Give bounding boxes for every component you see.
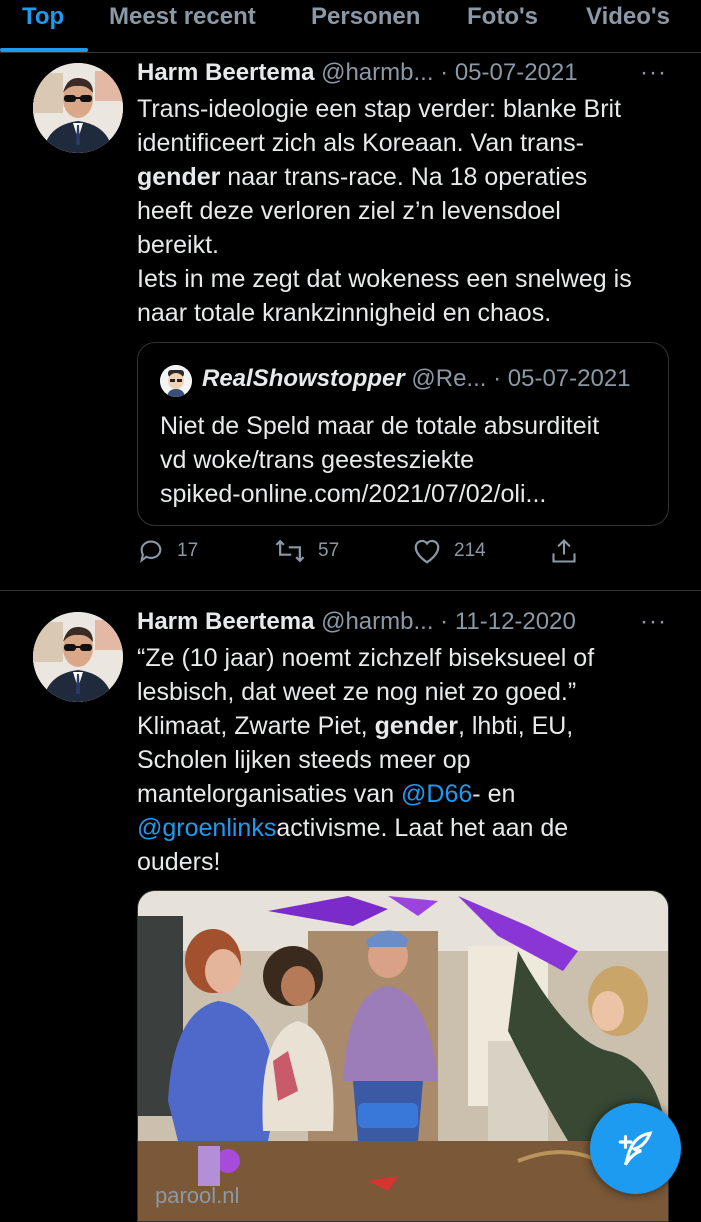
- tweet-text-span: , lhbti, EU,: [457, 712, 574, 740]
- tweet-line: bereikt.: [137, 231, 219, 259]
- quoted-header: RealShowstopper @Re... · 05-07-2021: [202, 365, 631, 393]
- quoted-text: Niet de Speld maar de totale absurditeit…: [160, 409, 650, 511]
- tweet-line: lesbisch, dat weet ze nog niet zo goed.”: [137, 678, 577, 706]
- avatar[interactable]: [33, 612, 123, 702]
- quoted-tweet[interactable]: RealShowstopper @Re... · 05-07-2021 Niet…: [137, 342, 669, 526]
- tweet-divider: [0, 590, 701, 591]
- tweet-header: Harm Beertema @harmb... · 05-07-2021: [137, 59, 667, 87]
- tweet-line: @groenlinksactivisme. Laat het aan de: [137, 811, 677, 845]
- reply-icon: [140, 540, 162, 563]
- reply-count: 17: [177, 540, 199, 561]
- tab-latest[interactable]: Meest recent: [109, 3, 256, 31]
- quoted-author-handle: @Re...: [411, 365, 487, 392]
- compose-feather-icon: [618, 1130, 653, 1166]
- tweet-line: identificeert zich als Koreaan. Van tran…: [137, 129, 584, 157]
- tweet-date[interactable]: · 05-07-2021: [440, 59, 577, 86]
- like-button[interactable]: 214: [412, 537, 486, 565]
- quoted-date: · 05-07-2021: [493, 365, 631, 392]
- quoted-line: vd woke/trans geestesziekte: [160, 446, 475, 474]
- share-icon: [552, 539, 576, 563]
- retweet-button[interactable]: 57: [274, 537, 339, 565]
- tweet-actions: 17 57 214: [137, 537, 677, 577]
- quoted-author-name: RealShowstopper: [202, 365, 405, 392]
- quoted-line: spiked-online.com/2021/07/02/oli...: [160, 480, 547, 508]
- heart-icon: [414, 539, 440, 564]
- compose-tweet-button[interactable]: [590, 1103, 681, 1194]
- tweet-line: mantelorganisaties van @D66- en: [137, 777, 677, 811]
- tweet-line: ouders!: [137, 848, 221, 876]
- tweet-line: Scholen lijken steeds meer op: [137, 746, 471, 774]
- retweet-count: 57: [318, 540, 340, 561]
- tweet-line: naar totale krankzinnigheid en chaos.: [137, 299, 552, 327]
- quoted-avatar: [160, 365, 192, 397]
- mention-link-groenlinks[interactable]: @groenlinks: [137, 814, 276, 842]
- highlighted-term: gender: [374, 712, 458, 740]
- tweet-text-span: - en: [472, 780, 516, 808]
- tab-videos[interactable]: Video's: [586, 3, 670, 31]
- tweet-text: Trans-ideologie een stap verder: blanke …: [137, 92, 677, 330]
- tweet-line: gender naar trans-race. Na 18 operaties: [137, 160, 677, 194]
- search-tabs: Top Meest recent Personen Foto's Video's: [0, 0, 701, 53]
- tweet-header: Harm Beertema @harmb... · 11-12-2020: [137, 608, 667, 636]
- author-handle[interactable]: @harmb...: [321, 59, 433, 86]
- reply-button[interactable]: 17: [137, 537, 198, 565]
- tweet-text-span: naar trans-race. Na 18 operaties: [220, 163, 588, 191]
- highlighted-term: gender: [137, 163, 221, 191]
- tweet-line: heeft deze verloren ziel z’n levensdoel: [137, 197, 561, 225]
- like-count: 214: [454, 540, 486, 561]
- tweet-text-span: Klimaat, Zwarte Piet,: [137, 712, 375, 740]
- tab-top[interactable]: Top: [22, 3, 64, 31]
- more-options-icon[interactable]: ···: [640, 59, 667, 87]
- avatar[interactable]: [33, 63, 123, 153]
- tweet-line: Klimaat, Zwarte Piet, gender, lhbti, EU,: [137, 709, 677, 743]
- tweet-line: Iets in me zegt dat wokeness een snelweg…: [137, 265, 632, 293]
- tweet-date[interactable]: · 11-12-2020: [440, 608, 576, 635]
- more-options-icon[interactable]: ···: [640, 608, 667, 636]
- tweet-media-image[interactable]: [137, 890, 669, 1222]
- author-name[interactable]: Harm Beertema: [137, 59, 314, 86]
- active-tab-indicator: [0, 48, 88, 52]
- tweet-line: Trans-ideologie een stap verder: blanke …: [137, 95, 622, 123]
- tab-photos[interactable]: Foto's: [467, 3, 538, 31]
- author-name[interactable]: Harm Beertema: [137, 608, 314, 635]
- tweet-text: “Ze (10 jaar) noemt zichzelf biseksueel …: [137, 641, 677, 879]
- share-button[interactable]: [550, 537, 590, 565]
- tweet-line: “Ze (10 jaar) noemt zichzelf biseksueel …: [137, 644, 595, 672]
- retweet-icon: [275, 539, 305, 563]
- author-handle[interactable]: @harmb...: [321, 608, 433, 635]
- tweet-text-span: mantelorganisaties van: [137, 780, 402, 808]
- mention-link-d66[interactable]: @D66: [401, 780, 472, 808]
- tweet-text-span: activisme. Laat het aan de: [276, 814, 569, 842]
- quoted-line: Niet de Speld maar de totale absurditeit: [160, 412, 600, 440]
- link-card-domain[interactable]: parool.nl: [155, 1183, 239, 1209]
- tab-people[interactable]: Personen: [311, 3, 420, 31]
